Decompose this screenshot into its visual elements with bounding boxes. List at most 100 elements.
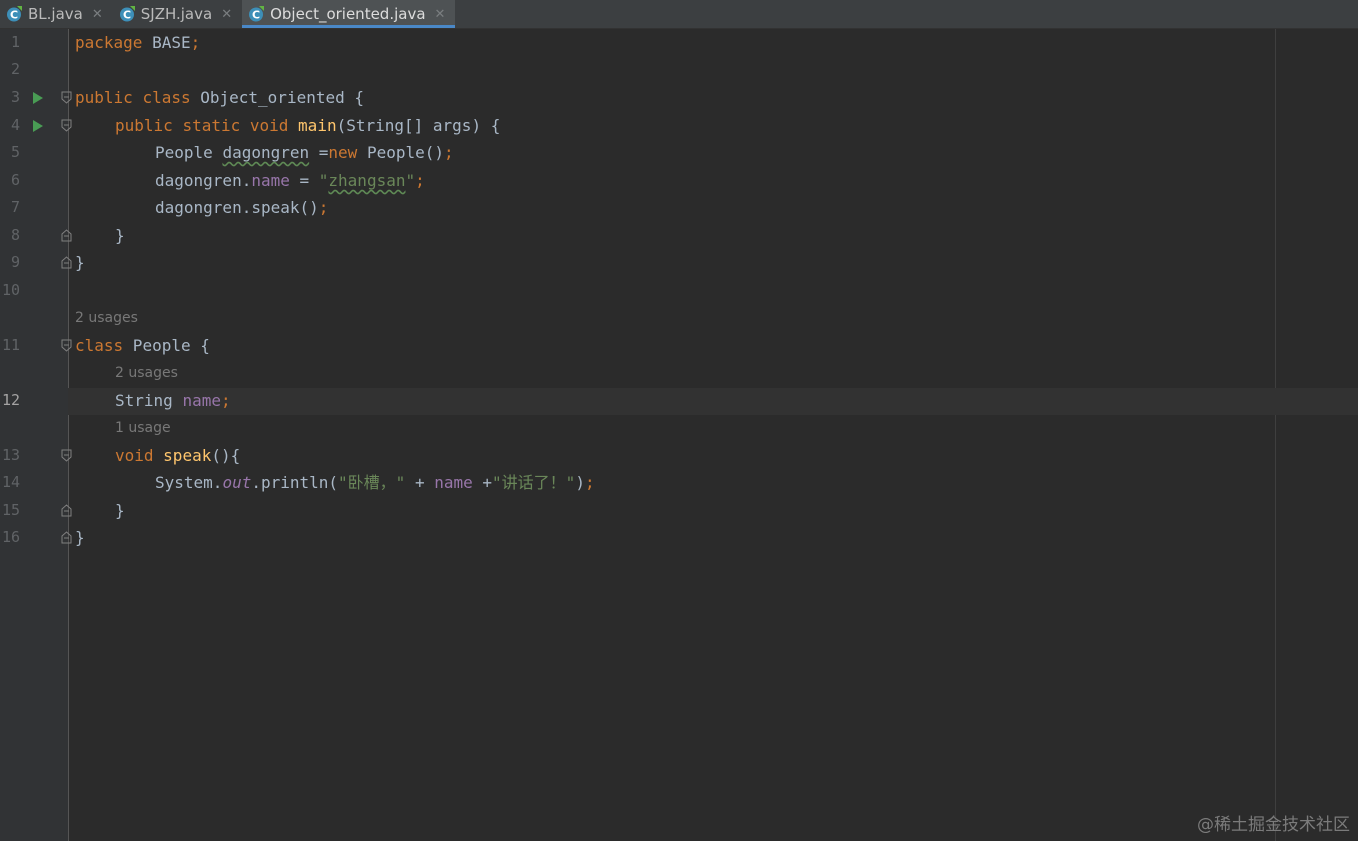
line-number: 13 <box>1 446 20 464</box>
current-line-highlight <box>68 388 1358 415</box>
closing-brace: } <box>75 528 85 547</box>
tab-object-oriented-java[interactable]: C Object_oriented.java ✕ <box>242 0 456 28</box>
code-line-14[interactable]: System.out.println("卧槽，" + name +"讲话了！")… <box>75 469 595 496</box>
svg-text:C: C <box>10 9 18 22</box>
code-line-5[interactable]: People dagongren =new People(); <box>75 139 454 166</box>
code-text: ) <box>575 473 585 492</box>
code-text: .println( <box>251 473 339 492</box>
code-text: String <box>115 391 183 410</box>
string-literal: "讲话了！" <box>492 473 576 492</box>
code-text: People <box>155 143 223 162</box>
java-class-icon: C <box>7 6 22 22</box>
right-margin-guide <box>1275 29 1276 841</box>
code-text: BASE <box>142 33 191 52</box>
code-text: (){ <box>211 446 241 465</box>
line-number: 6 <box>10 171 20 189</box>
code-text: Object_oriented { <box>190 88 364 107</box>
fold-close-icon[interactable] <box>61 504 72 517</box>
code-text: + <box>472 473 493 492</box>
close-icon[interactable]: ✕ <box>92 7 103 22</box>
keyword: public <box>115 116 173 135</box>
fold-close-icon[interactable] <box>61 531 72 544</box>
svg-text:C: C <box>252 9 260 22</box>
tab-label: Object_oriented.java <box>270 5 426 23</box>
tab-bl-java[interactable]: C BL.java ✕ <box>0 0 113 28</box>
closing-brace: } <box>75 253 85 272</box>
tab-sjzh-java[interactable]: C SJZH.java ✕ <box>113 0 242 28</box>
semicolon: ; <box>415 171 425 190</box>
semicolon: ; <box>220 391 231 410</box>
code-line-16[interactable]: } <box>75 524 85 551</box>
usage-hint[interactable]: 2 usages <box>75 305 138 332</box>
semicolon: ; <box>584 473 595 492</box>
code-line-1[interactable]: package BASE; <box>75 29 200 56</box>
usage-hint[interactable]: 1 usage <box>115 415 171 442</box>
line-number: 1 <box>10 33 20 51</box>
fold-open-icon[interactable] <box>61 339 72 352</box>
code-line-6[interactable]: dagongren.name = "zhangsan"; <box>75 167 425 194</box>
line-number: 2 <box>10 60 20 78</box>
code-text: People() <box>357 143 445 162</box>
code-line-8[interactable]: } <box>75 222 125 249</box>
code-text: + <box>405 473 435 492</box>
line-number: 14 <box>1 473 20 491</box>
static-field: out <box>222 473 252 492</box>
close-icon[interactable]: ✕ <box>435 7 446 22</box>
keyword: class <box>75 336 124 355</box>
code-line-4[interactable]: public static void main(String[] args) { <box>75 112 500 139</box>
line-number: 5 <box>10 143 20 161</box>
code-text: People { <box>123 336 210 355</box>
semicolon: ; <box>444 143 454 162</box>
usage-hint[interactable]: 2 usages <box>115 360 178 387</box>
fold-open-icon[interactable] <box>61 449 72 462</box>
code-line-13[interactable]: void speak(){ <box>75 442 240 469</box>
code-line-11[interactable]: class People { <box>75 332 210 359</box>
tab-label: SJZH.java <box>140 5 213 23</box>
keyword: void <box>115 446 154 465</box>
method-name: speak <box>163 446 212 465</box>
variable-name: dagongren <box>222 143 310 162</box>
line-number: 7 <box>10 198 20 216</box>
line-number: 11 <box>1 336 20 354</box>
svg-text:C: C <box>123 9 131 22</box>
code-line-15[interactable]: } <box>75 497 125 524</box>
code-line-3[interactable]: public class Object_oriented { <box>75 84 364 111</box>
java-class-icon: C <box>119 6 135 22</box>
line-number: 3 <box>10 88 20 106</box>
java-class-icon: C <box>249 6 265 22</box>
fold-close-icon[interactable] <box>61 229 72 242</box>
field-name: name <box>434 473 473 492</box>
closing-brace: } <box>115 501 125 520</box>
keyword: static <box>182 116 241 135</box>
semicolon: ; <box>318 198 329 217</box>
code-text: = <box>309 143 329 162</box>
watermark: @稀土掘金技术社区 <box>1197 815 1350 835</box>
line-number: 15 <box>1 501 20 519</box>
code-text: dagongren.speak() <box>155 198 319 217</box>
keyword: package <box>75 33 143 52</box>
fold-open-icon[interactable] <box>61 91 72 104</box>
keyword: new <box>328 143 358 162</box>
line-number: 9 <box>10 253 20 271</box>
keyword: void <box>249 116 289 135</box>
close-icon[interactable]: ✕ <box>221 7 232 22</box>
code-line-7[interactable]: dagongren.speak(); <box>75 194 328 221</box>
run-icon[interactable] <box>32 91 44 105</box>
field-name: name <box>182 391 221 410</box>
line-number: 10 <box>1 281 20 299</box>
line-number: 16 <box>1 528 20 546</box>
line-number: 8 <box>10 226 20 244</box>
fold-open-icon[interactable] <box>61 119 72 132</box>
fold-close-icon[interactable] <box>61 256 72 269</box>
code-line-9[interactable]: } <box>75 249 85 276</box>
editor-tab-bar: C BL.java ✕ C SJZH.java ✕ C Object_orien… <box>0 0 1358 29</box>
method-name: main <box>298 116 337 135</box>
closing-brace: } <box>115 226 125 245</box>
code-text: System. <box>155 473 223 492</box>
line-number-current: 12 <box>1 391 20 409</box>
line-number: 4 <box>10 116 20 134</box>
code-text: (String[] args) { <box>336 116 501 135</box>
code-line-12[interactable]: String name; <box>75 387 231 414</box>
run-icon[interactable] <box>32 119 44 133</box>
keyword: public <box>75 88 133 107</box>
